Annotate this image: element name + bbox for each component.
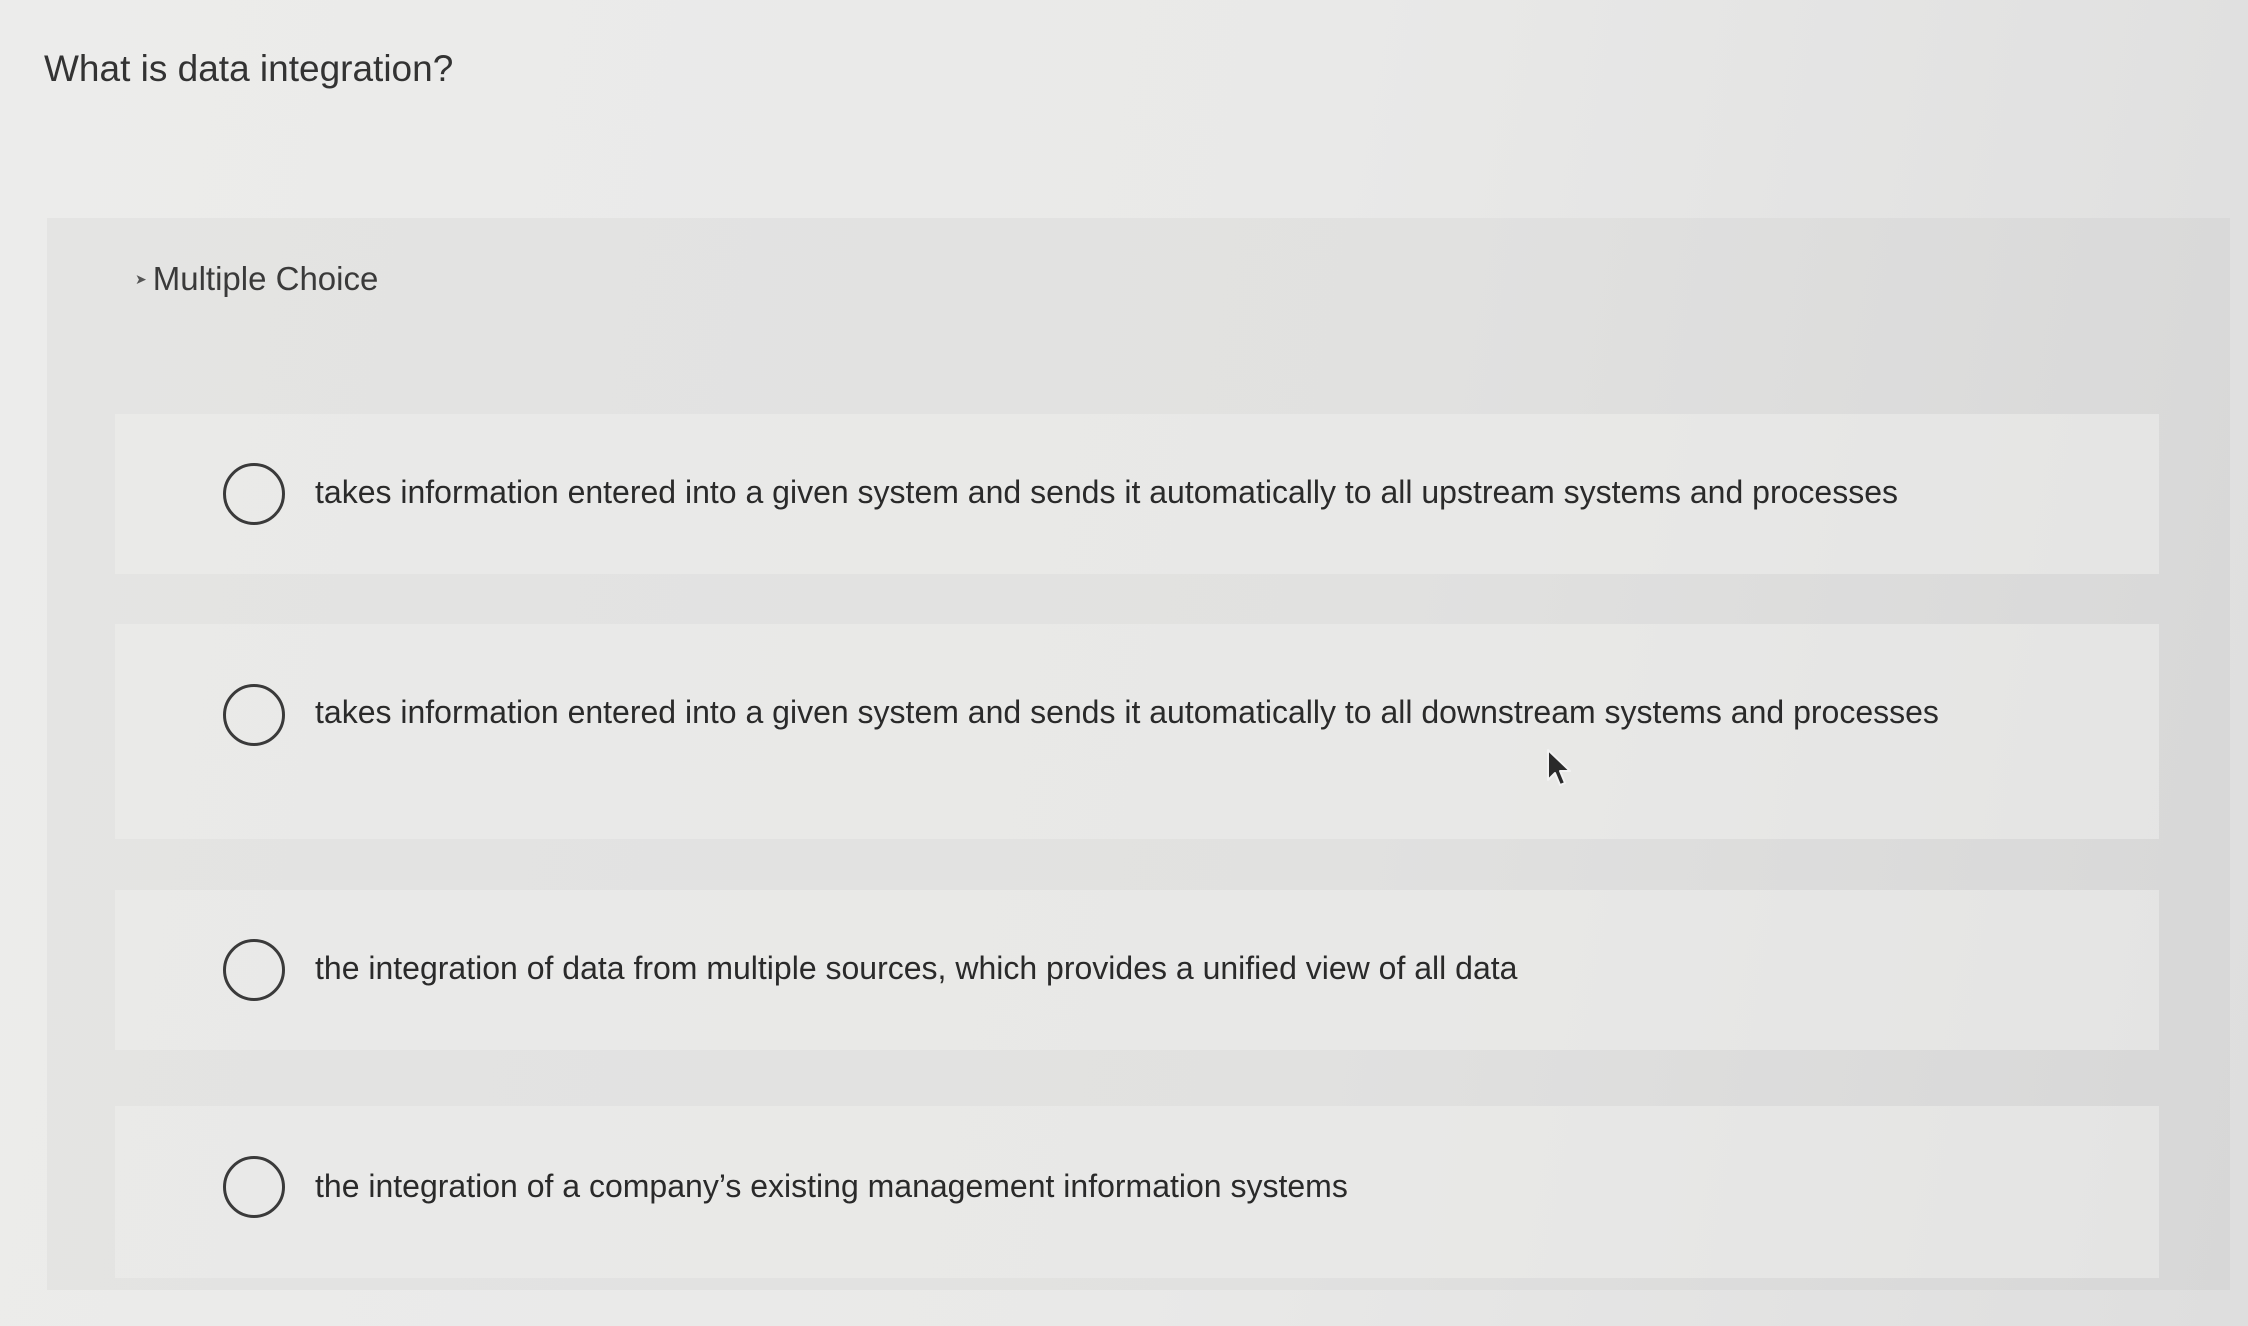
- question-panel: ➤ Multiple Choice takes information ente…: [47, 218, 2230, 1290]
- answer-option-1[interactable]: takes information entered into a given s…: [115, 414, 2159, 574]
- answer-option-label: the integration of data from multiple so…: [315, 950, 1518, 986]
- answer-option-label: the integration of a company’s existing …: [315, 1168, 1348, 1204]
- answer-option-4[interactable]: the integration of a company’s existing …: [115, 1106, 2159, 1278]
- radio-unchecked-icon[interactable]: [223, 684, 285, 746]
- question-type: ➤ Multiple Choice: [135, 260, 378, 298]
- question-title: What is data integration?: [44, 48, 454, 89]
- answer-option-label: takes information entered into a given s…: [315, 694, 1939, 730]
- radio-unchecked-icon[interactable]: [223, 463, 285, 525]
- answer-option-2[interactable]: takes information entered into a given s…: [115, 624, 2159, 839]
- answer-option-3[interactable]: the integration of data from multiple so…: [115, 890, 2159, 1050]
- bullet-icon: ➤: [135, 270, 147, 287]
- question-type-label: Multiple Choice: [152, 260, 379, 297]
- radio-unchecked-icon[interactable]: [223, 1156, 285, 1218]
- answer-option-label: takes information entered into a given s…: [315, 474, 1898, 510]
- radio-unchecked-icon[interactable]: [223, 939, 285, 1001]
- mouse-pointer-icon: [1547, 749, 1571, 786]
